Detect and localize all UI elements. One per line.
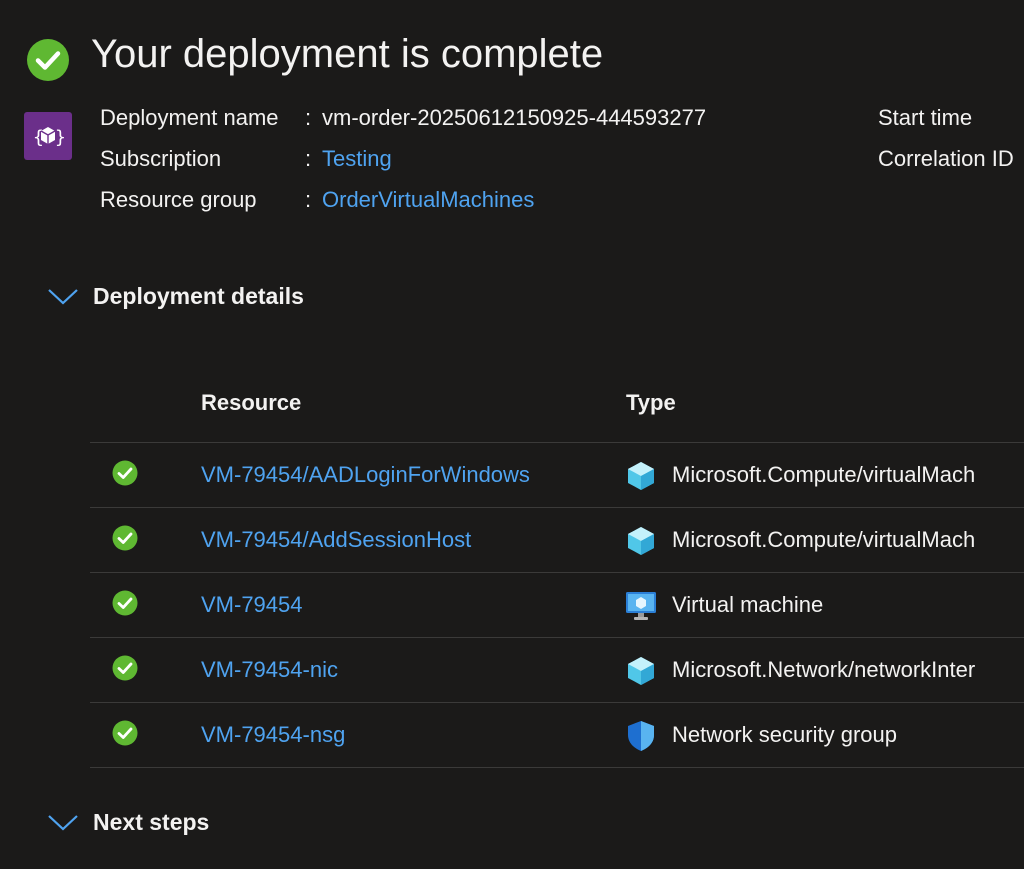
table-row: VM-79454-nic Microsoft.Network/networkIn… xyxy=(90,638,1024,703)
resource-link[interactable]: VM-79454/AddSessionHost xyxy=(201,526,471,554)
subscription-label: Subscription xyxy=(100,146,222,171)
resource-group-link[interactable]: OrderVirtualMachines xyxy=(322,186,534,214)
deployment-name-value: vm-order-20250612150925-444593277 xyxy=(322,105,707,130)
success-check-icon xyxy=(112,590,138,616)
deployment-name-label: Deployment name xyxy=(100,105,279,130)
resource-type: Microsoft.Network/networkInter xyxy=(672,657,976,682)
page-title: Your deployment is complete xyxy=(91,32,604,76)
cube-icon xyxy=(628,657,654,685)
table-row: VM-79454/AADLoginForWindows Microsoft.Co… xyxy=(90,443,1024,508)
subscription-link[interactable]: Testing xyxy=(322,145,392,173)
cube-icon xyxy=(628,462,654,490)
svg-text:}: } xyxy=(55,127,66,148)
resource-type: Network security group xyxy=(672,722,897,747)
success-check-icon xyxy=(27,39,69,81)
column-header-type: Type xyxy=(626,390,676,415)
table-row: VM-79454 Virtual machine xyxy=(90,573,1024,638)
shield-icon xyxy=(628,721,654,751)
start-time-label: Start time xyxy=(878,105,973,130)
success-check-icon xyxy=(112,720,138,746)
resource-link[interactable]: VM-79454-nsg xyxy=(201,721,345,749)
next-steps-toggle[interactable]: Next steps xyxy=(93,807,209,837)
chevron-down-icon[interactable] xyxy=(47,812,79,832)
success-check-icon xyxy=(112,525,138,551)
separator: : xyxy=(305,187,312,212)
cube-icon xyxy=(628,527,654,555)
deployment-details-toggle[interactable]: Deployment details xyxy=(93,281,304,311)
resource-link[interactable]: VM-79454/AADLoginForWindows xyxy=(201,461,530,489)
table-row: VM-79454/AddSessionHost Microsoft.Comput… xyxy=(90,508,1024,573)
deployment-template-icon: { } xyxy=(24,112,72,160)
separator: : xyxy=(305,146,312,171)
success-check-icon xyxy=(112,460,138,486)
resource-type: Virtual machine xyxy=(672,592,824,617)
resource-type: Microsoft.Compute/virtualMach xyxy=(672,527,976,552)
resource-link[interactable]: VM-79454-nic xyxy=(201,656,338,684)
success-check-icon xyxy=(112,655,138,681)
resource-type: Microsoft.Compute/virtualMach xyxy=(672,462,976,487)
monitor-icon xyxy=(626,592,656,620)
resource-link[interactable]: VM-79454 xyxy=(201,591,303,619)
table-row: VM-79454-nsg Network security group xyxy=(90,703,1024,768)
separator: : xyxy=(305,105,312,130)
chevron-down-icon[interactable] xyxy=(47,286,79,306)
correlation-id-label: Correlation ID xyxy=(878,146,1014,171)
resource-group-label: Resource group xyxy=(100,187,257,212)
column-header-resource: Resource xyxy=(201,390,302,415)
